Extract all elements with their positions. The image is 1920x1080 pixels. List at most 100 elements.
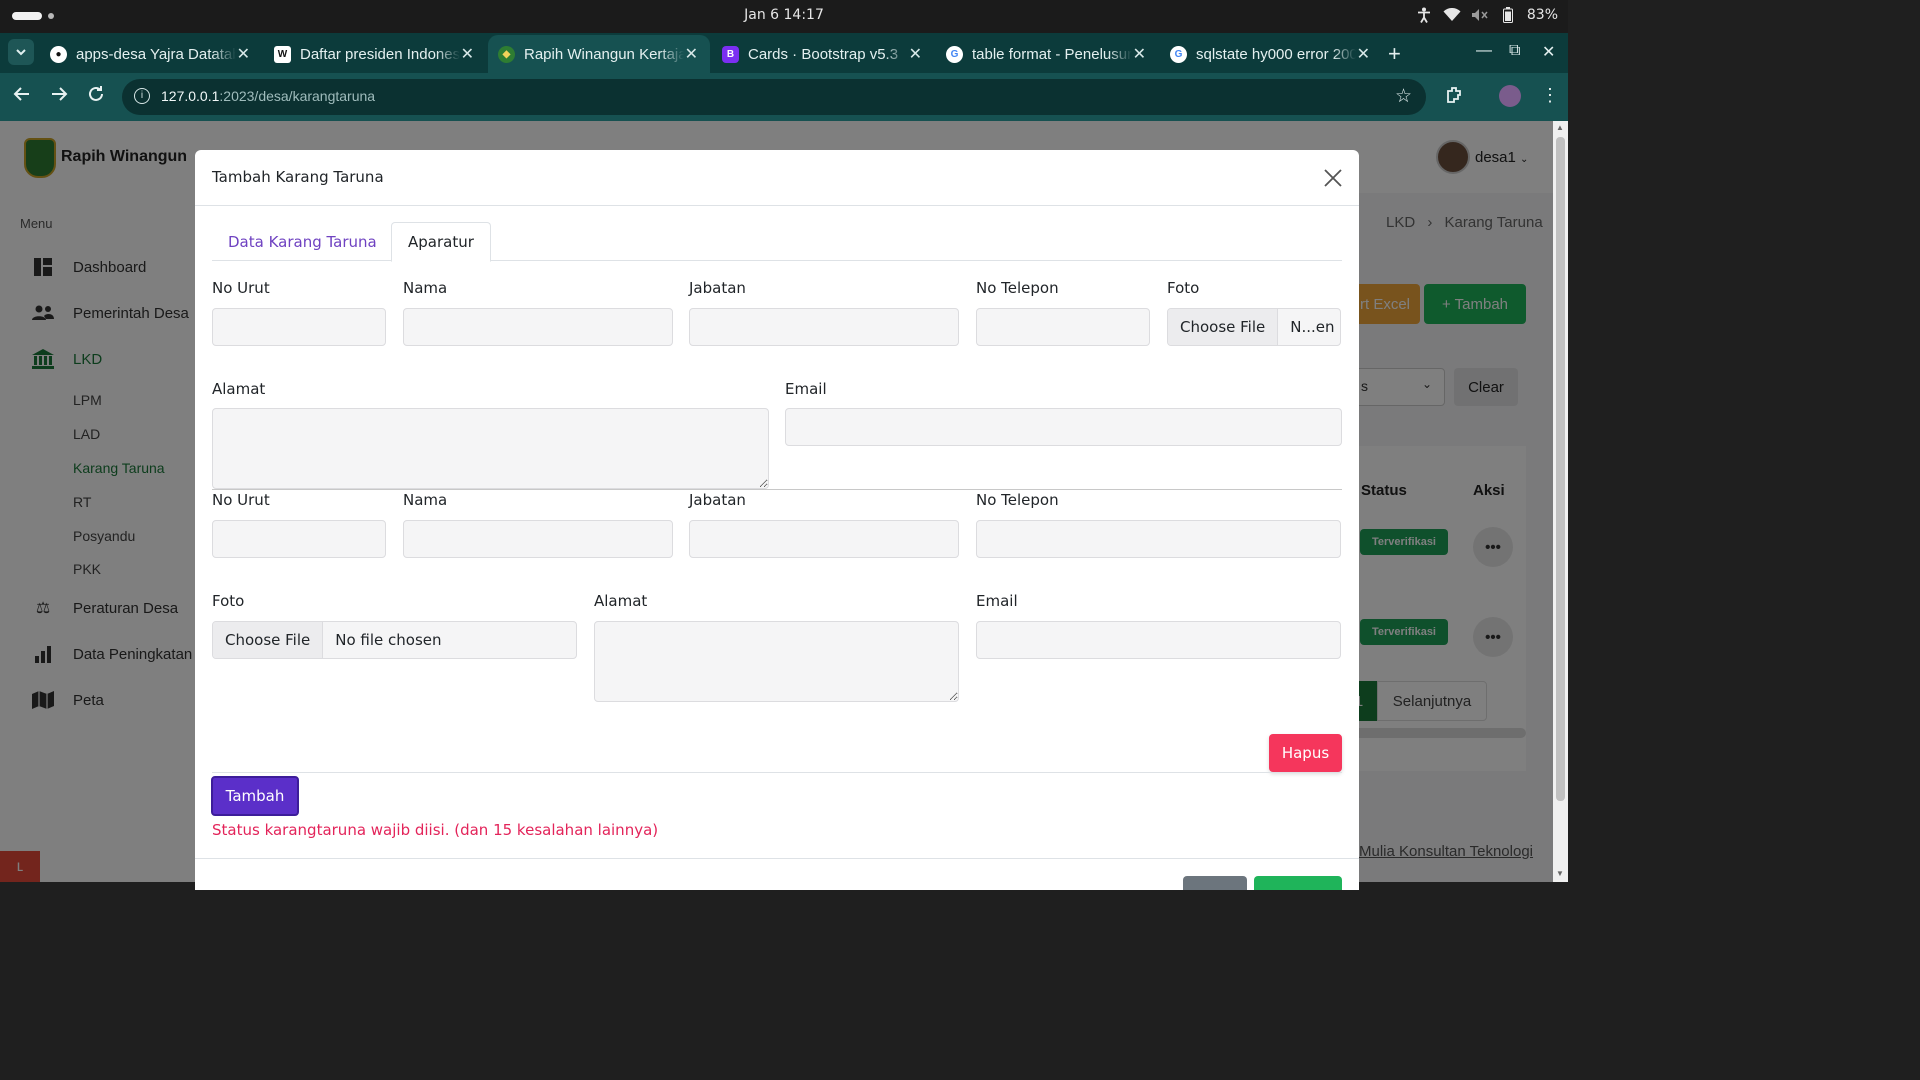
nama-input[interactable] bbox=[403, 520, 673, 558]
jabatan-input[interactable] bbox=[689, 520, 959, 558]
foto-file-input[interactable]: Choose File No file chosen bbox=[212, 621, 577, 659]
validation-error-message: Status karangtaruna wajib diisi. (dan 15… bbox=[212, 821, 659, 839]
browser-tab[interactable]: G sqlstate hy000 error 2002 ✕ bbox=[1160, 35, 1382, 73]
add-karang-taruna-modal: Tambah Karang Taruna Data Karang Taruna … bbox=[195, 150, 1359, 890]
close-icon[interactable] bbox=[1323, 168, 1345, 190]
no-telepon-label: No Telepon bbox=[976, 279, 1059, 297]
browser-profile-avatar[interactable] bbox=[1499, 85, 1521, 107]
no-telepon-input[interactable] bbox=[976, 520, 1341, 558]
add-aparatur-button[interactable]: Tambah bbox=[211, 776, 299, 816]
no-urut-label: No Urut bbox=[212, 279, 270, 297]
accessibility-icon bbox=[1415, 7, 1433, 23]
tab-title: Rapih Winangun Kertajati bbox=[524, 45, 684, 63]
tab-title: table format - Penelusuran bbox=[972, 45, 1132, 63]
jabatan-label: Jabatan bbox=[689, 491, 746, 509]
alamat-textarea[interactable] bbox=[212, 408, 769, 489]
close-tab-icon[interactable]: ✕ bbox=[909, 44, 922, 64]
close-tab-icon[interactable]: ✕ bbox=[685, 44, 698, 64]
modal-footer-divider bbox=[195, 858, 1359, 859]
bootstrap-icon: B bbox=[722, 45, 739, 63]
no-telepon-label: No Telepon bbox=[976, 491, 1059, 509]
close-tab-icon[interactable]: ✕ bbox=[1357, 44, 1370, 64]
delete-row-button[interactable]: Hapus bbox=[1269, 734, 1342, 772]
extensions-icon[interactable] bbox=[1445, 85, 1465, 110]
foto-file-input[interactable]: Choose File N...en bbox=[1167, 308, 1341, 346]
save-button[interactable] bbox=[1254, 876, 1342, 890]
no-urut-input[interactable] bbox=[212, 308, 386, 346]
alamat-label: Alamat bbox=[594, 592, 648, 610]
forward-icon[interactable] bbox=[50, 85, 68, 108]
nama-label: Nama bbox=[403, 279, 448, 297]
tab-aparatur[interactable]: Aparatur bbox=[391, 222, 491, 262]
system-status-area[interactable]: 83% bbox=[1415, 7, 1558, 23]
url-text[interactable]: 127.0.0.1:2023/desa/karangtaruna bbox=[161, 88, 375, 104]
browser-toolbar: i 127.0.0.1:2023/desa/karangtaruna ☆ ⋮ bbox=[0, 73, 1568, 121]
browser-tab[interactable]: ● apps-desa Yajra Datatables ✕ bbox=[40, 35, 262, 73]
back-icon[interactable] bbox=[13, 85, 31, 108]
browser-tab[interactable]: W Daftar presiden Indonesia ✕ bbox=[264, 35, 486, 73]
site-logo-icon: ◆ bbox=[498, 45, 515, 63]
email-input[interactable] bbox=[785, 408, 1342, 446]
row-divider bbox=[212, 489, 1342, 490]
no-telepon-input[interactable] bbox=[976, 308, 1150, 346]
wikipedia-icon: W bbox=[274, 45, 291, 63]
choose-file-button[interactable]: Choose File bbox=[1168, 309, 1279, 345]
close-window-icon[interactable]: ✕ bbox=[1542, 42, 1555, 62]
close-tab-icon[interactable]: ✕ bbox=[237, 44, 250, 64]
more-menu-icon[interactable]: ⋮ bbox=[1541, 85, 1559, 106]
url-path: :2023/desa/karangtaruna bbox=[219, 88, 376, 104]
page-scrollbar[interactable]: ▲ ▼ bbox=[1553, 121, 1568, 882]
scroll-up-icon[interactable]: ▲ bbox=[1556, 123, 1564, 132]
tab-title: apps-desa Yajra Datatables bbox=[76, 45, 236, 63]
nama-input[interactable] bbox=[403, 308, 673, 346]
scroll-down-icon[interactable]: ▼ bbox=[1556, 869, 1564, 878]
no-urut-label: No Urut bbox=[212, 491, 270, 509]
browser-tab-active[interactable]: ◆ Rapih Winangun Kertajati ✕ bbox=[488, 35, 710, 73]
alamat-textarea[interactable] bbox=[594, 621, 959, 702]
modal-tabs: Data Karang Taruna Aparatur bbox=[212, 222, 1342, 262]
tab-data-karang-taruna[interactable]: Data Karang Taruna bbox=[212, 222, 393, 261]
foto-label: Foto bbox=[1167, 279, 1200, 297]
tab-title: Cards · Bootstrap v5.3 bbox=[748, 45, 899, 63]
modal-header: Tambah Karang Taruna bbox=[195, 150, 1359, 206]
chevron-down-icon bbox=[16, 48, 26, 55]
bookmark-star-icon[interactable]: ☆ bbox=[1395, 85, 1412, 108]
minimize-icon[interactable]: — bbox=[1476, 42, 1492, 60]
jabatan-input[interactable] bbox=[689, 308, 959, 346]
battery-icon bbox=[1499, 7, 1517, 23]
system-clock[interactable]: Jan 6 14:17 bbox=[0, 7, 1568, 23]
restore-icon[interactable]: ⧉ bbox=[1509, 42, 1520, 60]
browser-tab[interactable]: B Cards · Bootstrap v5.3 ✕ bbox=[712, 35, 934, 73]
modal-title: Tambah Karang Taruna bbox=[212, 168, 384, 186]
form-divider bbox=[212, 772, 1342, 773]
email-label: Email bbox=[976, 592, 1018, 610]
battery-percent: 83% bbox=[1526, 7, 1558, 23]
tab-title: Daftar presiden Indonesia bbox=[300, 45, 460, 63]
close-modal-button[interactable] bbox=[1183, 876, 1247, 890]
email-label: Email bbox=[785, 380, 827, 398]
site-info-icon[interactable]: i bbox=[134, 88, 150, 104]
close-tab-icon[interactable]: ✕ bbox=[461, 44, 474, 64]
scrollbar-thumb[interactable] bbox=[1556, 137, 1565, 801]
tab-search-button[interactable] bbox=[8, 39, 34, 65]
alamat-label: Alamat bbox=[212, 380, 266, 398]
tab-title: sqlstate hy000 error 2002 bbox=[1196, 45, 1356, 63]
nama-label: Nama bbox=[403, 491, 448, 509]
google-icon: G bbox=[1170, 45, 1187, 63]
no-urut-input[interactable] bbox=[212, 520, 386, 558]
new-tab-button[interactable]: + bbox=[1388, 41, 1401, 67]
browser-tab[interactable]: G table format - Penelusuran ✕ bbox=[936, 35, 1158, 73]
url-host: 127.0.0.1 bbox=[161, 88, 220, 104]
address-bar[interactable]: i 127.0.0.1:2023/desa/karangtaruna ☆ bbox=[122, 79, 1426, 115]
browser-tab-strip: ● apps-desa Yajra Datatables ✕ W Daftar … bbox=[0, 33, 1568, 73]
reload-icon[interactable] bbox=[87, 85, 105, 108]
foto-label: Foto bbox=[212, 592, 245, 610]
volume-muted-icon bbox=[1471, 7, 1489, 23]
os-top-bar: Jan 6 14:17 83% bbox=[0, 0, 1568, 33]
google-icon: G bbox=[946, 45, 963, 63]
wifi-icon bbox=[1443, 7, 1461, 23]
close-tab-icon[interactable]: ✕ bbox=[1133, 44, 1146, 64]
choose-file-button[interactable]: Choose File bbox=[213, 622, 324, 658]
email-input[interactable] bbox=[976, 621, 1341, 659]
file-name: N...en bbox=[1290, 318, 1335, 336]
